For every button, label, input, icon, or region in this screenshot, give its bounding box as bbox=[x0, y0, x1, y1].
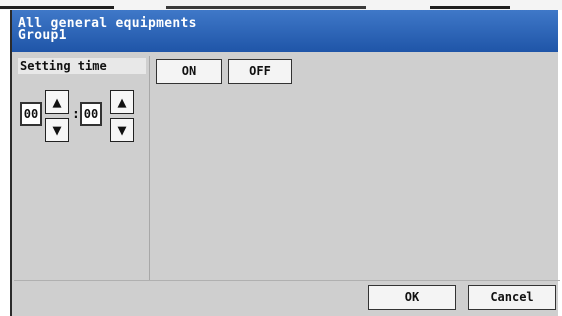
on-button[interactable]: ON bbox=[156, 59, 222, 84]
ok-button[interactable]: OK bbox=[368, 285, 456, 310]
minute-down-button[interactable]: ▼ bbox=[110, 118, 134, 142]
minute-up-button[interactable]: ▲ bbox=[110, 90, 134, 114]
off-button[interactable]: OFF bbox=[228, 59, 292, 84]
top-edge-segment bbox=[0, 6, 114, 9]
hour-up-button[interactable]: ▲ bbox=[45, 90, 69, 114]
setting-time-panel: Setting time 00 ▲ ▼ : 00 ▲ ▼ bbox=[14, 56, 150, 280]
hour-field[interactable]: 00 bbox=[20, 102, 42, 126]
dialog-title: All general equipments bbox=[18, 16, 197, 31]
top-edge-segment bbox=[430, 6, 510, 9]
screen-top-edge bbox=[0, 0, 562, 10]
hour-down-button[interactable]: ▼ bbox=[45, 118, 69, 142]
arrow-down-icon: ▼ bbox=[117, 120, 127, 139]
dialog-subtitle: Group1 bbox=[18, 28, 67, 43]
arrow-up-icon: ▲ bbox=[117, 92, 127, 111]
dialog-title-bar: All general equipments Group1 bbox=[12, 10, 558, 52]
cancel-button[interactable]: Cancel bbox=[468, 285, 556, 310]
arrow-up-icon: ▲ bbox=[52, 92, 62, 111]
minute-field[interactable]: 00 bbox=[80, 102, 102, 126]
top-edge-segment bbox=[166, 6, 366, 9]
footer-divider bbox=[14, 280, 560, 281]
time-separator: : bbox=[72, 107, 80, 122]
dialog-window: All general equipments Group1 Setting ti… bbox=[10, 10, 560, 316]
arrow-down-icon: ▼ bbox=[52, 120, 62, 139]
setting-time-label: Setting time bbox=[18, 58, 146, 74]
